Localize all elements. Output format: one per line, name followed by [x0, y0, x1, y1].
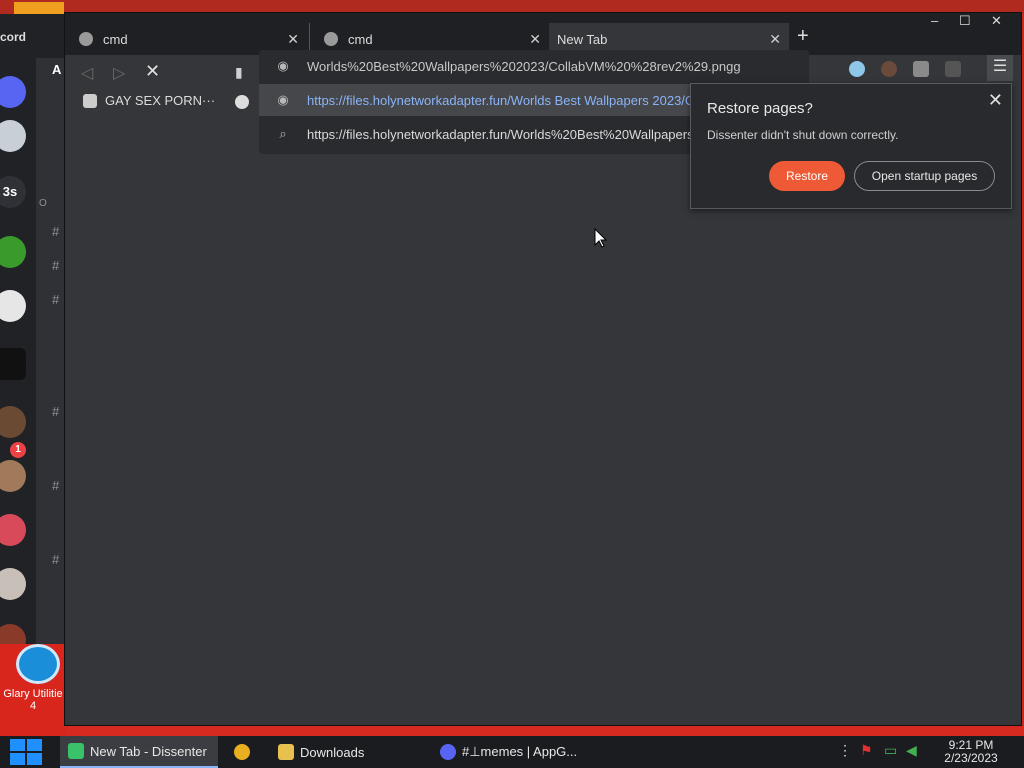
tab-label: cmd: [103, 31, 128, 47]
dissenter-icon: [68, 743, 84, 759]
new-tab-button[interactable]: +: [797, 25, 809, 48]
server-name-fragment: A: [52, 62, 62, 77]
channel-hash-icon[interactable]: #: [52, 224, 59, 239]
globe-icon: ◉: [277, 92, 289, 107]
channel-hash-icon[interactable]: #: [52, 404, 59, 419]
tab-label: New Tab: [557, 31, 608, 47]
menu-button[interactable]: ☰: [987, 55, 1013, 81]
channel-hash-icon[interactable]: #: [52, 478, 59, 493]
bookmark-label: GAY SEX PORN···: [105, 93, 216, 108]
back-button[interactable]: ◁: [81, 63, 93, 83]
server-icon[interactable]: [0, 460, 26, 492]
dialog-message: Dissenter didn't shut down correctly.: [707, 128, 899, 142]
profile-avatar-icon[interactable]: [881, 61, 897, 77]
extension-icon[interactable]: [945, 61, 961, 77]
taskbar-item-chrome[interactable]: [226, 736, 262, 768]
desktop-bottom-strip: [66, 726, 1024, 736]
maximize-button[interactable]: ☐: [959, 13, 971, 29]
glary-label: Glary Utilitie 4: [3, 688, 63, 712]
server-icon[interactable]: [0, 406, 26, 438]
bookmark-icon[interactable]: ▮: [235, 64, 243, 81]
desktop-logo: [14, 2, 64, 14]
windows-logo-icon: [27, 753, 42, 765]
taskbar: New Tab - Dissenter Downloads #⊥memes | …: [0, 736, 1024, 768]
more-icon[interactable]: ⋮: [838, 742, 852, 759]
server-icon[interactable]: 3s: [0, 176, 26, 208]
taskbar-item-discord[interactable]: #⊥memes | AppG...: [432, 736, 590, 768]
stop-loading-button[interactable]: ✕: [145, 61, 160, 82]
flag-icon[interactable]: ⚑: [860, 742, 873, 759]
glary-icon: [16, 644, 60, 684]
discord-server-list: 3s: [0, 76, 36, 666]
server-icon[interactable]: [0, 568, 26, 600]
close-tab-icon[interactable]: ✕: [287, 31, 299, 48]
network-icon[interactable]: ▭: [884, 742, 897, 759]
windows-logo-icon: [10, 753, 25, 765]
taskbar-item-downloads[interactable]: Downloads: [270, 736, 420, 768]
discord-home-icon[interactable]: [0, 76, 26, 108]
restore-pages-dialog: Restore pages? Dissenter didn't shut dow…: [690, 83, 1012, 209]
tab-strip: cmd ✕ cmd ✕ New Tab ✕ + – ☐ ✕: [65, 13, 1021, 55]
globe-icon: [79, 32, 93, 46]
mouse-cursor-icon: [594, 228, 608, 248]
dialog-title: Restore pages?: [707, 100, 813, 117]
minimize-button[interactable]: –: [931, 13, 938, 28]
channel-hash-icon[interactable]: #: [52, 258, 59, 273]
taskbar-item-label: #⊥memes | AppG...: [462, 744, 578, 759]
category-fragment: O: [39, 198, 47, 209]
clock-date: 2/23/2023: [944, 751, 998, 765]
globe-icon: ◉: [277, 58, 289, 73]
channel-hash-icon[interactable]: #: [52, 292, 59, 307]
glary-utilities-desktop-icon[interactable]: Glary Utilitie 4: [0, 644, 66, 736]
start-button[interactable]: [10, 739, 44, 765]
bookmark-favicon-icon: [83, 93, 97, 108]
server-icon[interactable]: [0, 236, 26, 268]
windows-logo-icon: [10, 739, 25, 751]
chrome-icon: [234, 744, 250, 760]
globe-icon: [235, 95, 249, 109]
discord-title: cord: [0, 30, 27, 44]
tab-label: cmd: [348, 31, 373, 47]
folder-icon: [278, 744, 294, 760]
volume-icon[interactable]: ◀: [906, 742, 917, 759]
server-icon[interactable]: [0, 348, 26, 380]
search-icon: ⌕: [279, 126, 287, 141]
bookmark-item[interactable]: GAY SEX PORN···: [83, 93, 215, 108]
notification-badge: 1: [10, 442, 26, 458]
server-name-fragment: 3s: [2, 184, 18, 199]
server-icon[interactable]: [0, 290, 26, 322]
address-bar[interactable]: ◉ Worlds%20Best%20Wallpapers%202023/Coll…: [259, 50, 809, 82]
channel-hash-icon[interactable]: #: [52, 552, 59, 567]
taskbar-item-label: New Tab - Dissenter: [90, 743, 207, 759]
close-window-button[interactable]: ✕: [991, 13, 1002, 29]
system-clock[interactable]: 9:21 PM 2/23/2023: [936, 739, 1006, 765]
windows-logo-icon: [27, 739, 42, 751]
close-tab-icon[interactable]: ✕: [769, 31, 781, 48]
open-startup-pages-button[interactable]: Open startup pages: [854, 161, 995, 191]
discord-channel-list: A O # # # # # #: [36, 58, 66, 668]
server-icon[interactable]: [0, 120, 26, 152]
close-icon[interactable]: ✕: [988, 90, 1003, 111]
discord-window: cord 3s 1 A O # # # # # #: [0, 14, 66, 668]
ublock-icon[interactable]: [913, 61, 929, 77]
restore-button[interactable]: Restore: [769, 161, 845, 191]
taskbar-item-dissenter[interactable]: New Tab - Dissenter: [60, 736, 218, 768]
server-icon[interactable]: [0, 514, 26, 546]
globe-icon: [324, 32, 338, 46]
taskbar-item-label: Downloads: [300, 744, 365, 760]
extension-flag-icon[interactable]: [849, 61, 865, 77]
forward-button[interactable]: ▷: [113, 63, 125, 83]
close-tab-icon[interactable]: ✕: [529, 31, 541, 48]
discord-icon: [440, 744, 456, 760]
address-input[interactable]: Worlds%20Best%20Wallpapers%202023/Collab…: [307, 59, 803, 74]
